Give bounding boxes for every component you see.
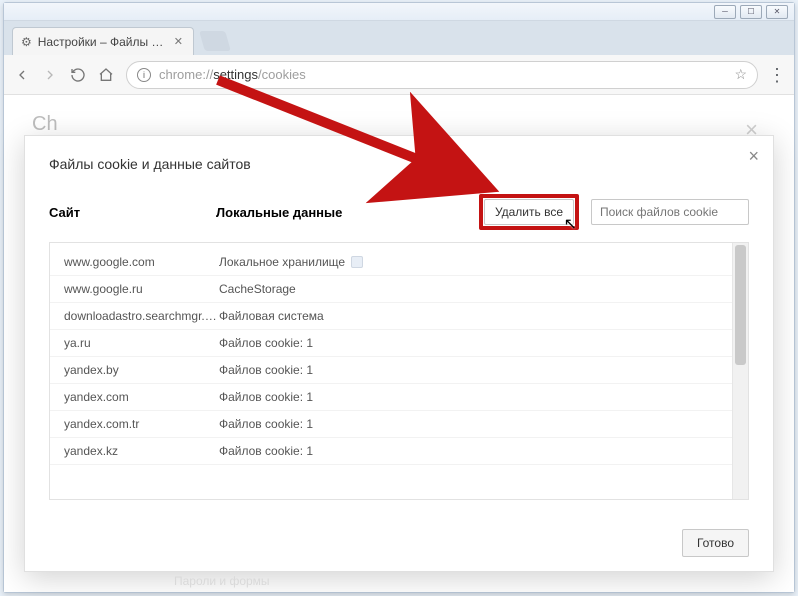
cell-site: www.google.ru [64,282,219,296]
table-row[interactable]: yandex.comФайлов cookie: 1 [50,384,732,411]
background-section-label: Пароли и формы [174,574,270,588]
cell-site: yandex.com.tr [64,417,219,431]
cell-local: Файлов cookie: 1 [219,336,718,350]
column-header-local: Локальные данные [216,205,467,220]
toolbar: i chrome://settings/cookies ☆ ⋮ [4,55,794,95]
background-heading: Ch [32,113,58,136]
scrollbar[interactable] [732,243,748,499]
cell-local: Файлов cookie: 1 [219,417,718,431]
cell-local: Файлов cookie: 1 [219,444,718,458]
reload-icon[interactable] [70,67,88,83]
gear-icon: ⚙ [21,35,32,49]
cell-local: Локальное хранилище [219,255,718,269]
kebab-menu-icon[interactable]: ⋮ [768,72,784,78]
home-icon[interactable] [98,67,116,83]
table-row[interactable]: yandex.byФайлов cookie: 1 [50,357,732,384]
table-row[interactable]: www.google.ruCacheStorage [50,276,732,303]
content-area: Ch × × Файлы cookie и данные сайтов Сайт… [4,95,794,592]
tab-title: Настройки – Файлы coo [38,35,168,49]
forward-icon[interactable] [42,67,60,83]
delete-all-highlight: Удалить все ↖ [479,194,579,230]
table-row[interactable]: yandex.kzФайлов cookie: 1 [50,438,732,465]
os-titlebar: ─ ☐ ✕ [4,3,794,21]
cell-local: Файлов cookie: 1 [219,363,718,377]
search-cookies-input[interactable] [591,199,749,225]
cell-site: www.google.com [64,255,219,269]
table-row[interactable]: downloadastro.searchmgr.comФайловая сист… [50,303,732,330]
done-button[interactable]: Готово [682,529,749,557]
close-tab-icon[interactable]: ✕ [174,35,183,48]
column-header-site: Сайт [49,205,204,220]
cell-local: CacheStorage [219,282,718,296]
bookmark-star-icon[interactable]: ☆ [734,66,747,83]
close-window-button[interactable]: ✕ [766,5,788,19]
cell-site: yandex.kz [64,444,219,458]
storage-icon [351,256,363,268]
cell-site: yandex.com [64,390,219,404]
back-icon[interactable] [14,67,32,83]
cookies-dialog: × Файлы cookie и данные сайтов Сайт Лока… [24,135,774,572]
cell-local: Файловая система [219,309,718,323]
table-row[interactable]: www.google.comЛокальное хранилище [50,249,732,276]
dialog-header-row: Сайт Локальные данные Удалить все ↖ [25,180,773,238]
cookies-table: www.google.comЛокальное хранилищеwww.goo… [49,242,749,500]
new-tab-button[interactable] [199,31,231,51]
cell-site: yandex.by [64,363,219,377]
maximize-button[interactable]: ☐ [740,5,762,19]
delete-all-button[interactable]: Удалить все [484,199,574,225]
browser-window: ─ ☐ ✕ ⚙ Настройки – Файлы coo ✕ i chrome… [3,2,795,593]
tab-strip: ⚙ Настройки – Файлы coo ✕ [4,21,794,55]
cell-site: ya.ru [64,336,219,350]
table-row[interactable]: yandex.com.trФайлов cookie: 1 [50,411,732,438]
tab-settings[interactable]: ⚙ Настройки – Файлы coo ✕ [12,27,194,55]
minimize-button[interactable]: ─ [714,5,736,19]
address-bar[interactable]: i chrome://settings/cookies ☆ [126,61,758,89]
scrollbar-thumb[interactable] [735,245,746,365]
dialog-close-icon[interactable]: × [748,146,759,167]
dialog-footer: Готово [682,529,749,557]
url-text: chrome://settings/cookies [159,67,726,82]
table-row[interactable]: ya.ruФайлов cookie: 1 [50,330,732,357]
cell-site: downloadastro.searchmgr.com [64,309,219,323]
site-info-icon[interactable]: i [137,68,151,82]
dialog-title: Файлы cookie и данные сайтов [25,136,773,180]
cell-local: Файлов cookie: 1 [219,390,718,404]
